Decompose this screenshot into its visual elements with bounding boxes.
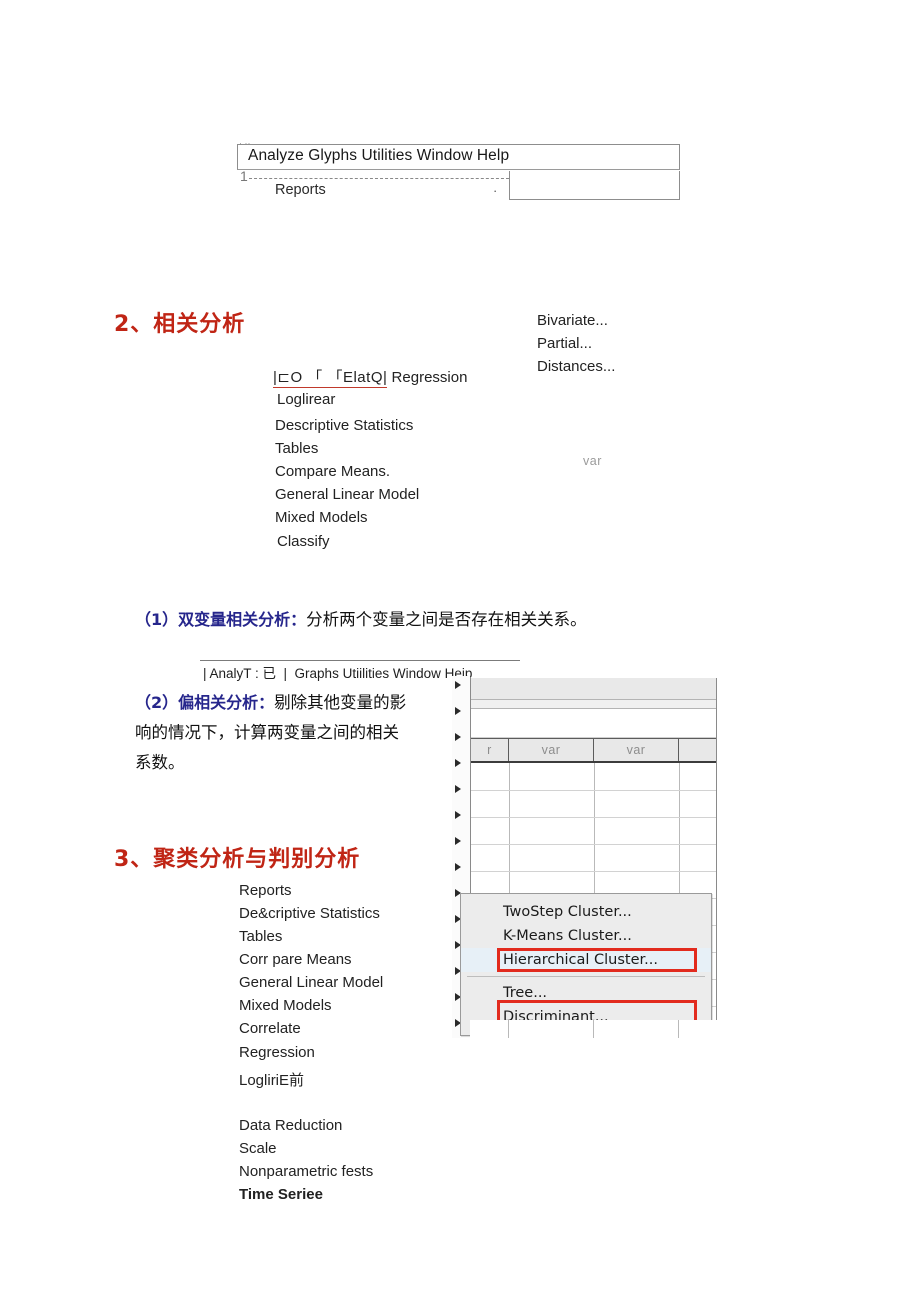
analyze-menu-row-regression[interactable]: |⊏O 「 「ElatQ| Regression [273,366,468,388]
menu-item-mixed-models[interactable]: Mixed Models [239,997,332,1014]
grid-vline [508,1020,509,1038]
paragraph-1-body: 分析两个变量之间是否存在相关关系。 [306,610,587,629]
menu-item-regression-label: Regression [387,369,468,386]
chevron-right-icon [455,837,461,845]
chevron-right-icon [455,733,461,741]
menu-item-data-reduction[interactable]: Data Reduction [239,1117,342,1134]
paragraph-2-line-1: 剔除其他变量的影 [274,693,407,712]
menu-item-loglinear[interactable]: LogliriE前 [239,1069,304,1090]
grid-bottom-strip [470,1020,717,1038]
paragraph-1-marker: （1）双变量相关分析： [135,610,307,629]
chevron-right-icon [455,785,461,793]
popup-item-twostep-cluster[interactable]: TwoStep Cluster... [461,900,711,924]
classify-popup-menu: TwoStep Cluster... K-Means Cluster... Hi… [460,893,712,1036]
grid-hline [471,817,716,818]
menu-item-time-series[interactable]: Time Seriee [239,1186,323,1203]
grid-hline [471,871,716,872]
row-number-label: 1 [240,168,248,184]
top-menu-screenshot: · ·· Analyze Glyphs Utilities Window Hel… [237,138,680,200]
menu-item-classify[interactable]: Classify [277,533,330,550]
column-header-2[interactable]: var [594,739,679,761]
submenu-item-distances[interactable]: Distances... [537,358,615,375]
grid-hline [471,844,716,845]
chevron-right-icon [455,681,461,689]
menu-item-descriptive-statistics[interactable]: De&criptive Statistics [239,905,380,922]
grid-column-header-row: r var var [471,738,716,763]
paragraph-2-line-2: 响的情况下，计算两变量之间的相关 [135,723,399,742]
menubar-label: Analyze Glyphs Utilities Window Help [248,147,510,164]
menu-item-reports[interactable]: Reports [239,882,292,899]
garbled-glyph-run: |⊏O 「 「ElatQ| [273,369,388,388]
document-page: · ·· Analyze Glyphs Utilities Window Hel… [0,0,920,1301]
chevron-right-icon [455,759,461,767]
paragraph-2-line-3: 系数。 [135,753,185,772]
section-3-heading: 3、聚类分析与判别分析 [114,847,361,872]
submenu-dot-icon: · [493,183,498,198]
grid-vline [593,1020,594,1038]
popup-item-hierarchical-cluster[interactable]: Hierarchical Cluster... [461,948,711,972]
submenu-item-partial[interactable]: Partial... [537,335,592,352]
menu-item-mixed-models[interactable]: Mixed Models [275,509,368,526]
menu-item-loglinear[interactable]: Loglirear [277,391,335,408]
spss-menubar-label: | AnalyT : 已 | Graphs Utiilities Window … [203,666,473,681]
popup-separator [467,976,705,977]
column-header-3[interactable] [679,739,716,761]
submenu-item-bivariate[interactable]: Bivariate... [537,312,608,329]
popup-item-kmeans-cluster[interactable]: K-Means Cluster... [461,924,711,948]
menu-item-descriptive-statistics[interactable]: Descriptive Statistics [275,417,413,434]
menu-item-tables[interactable]: Tables [275,440,318,457]
paragraph-2-marker: （2）偏相关分析： [135,693,275,712]
spss-toolbar-strip-upper [471,678,716,700]
grid-vline [678,1020,679,1038]
menu-item-scale[interactable]: Scale [239,1140,277,1157]
column-header-1[interactable]: var [509,739,594,761]
paragraph-bivariate: （1）双变量相关分析：分析两个变量之间是否存在相关关系。 [135,605,587,635]
column-header-0[interactable]: r [471,739,509,761]
chevron-right-icon [455,863,461,871]
menu-item-reports[interactable]: Reports [275,182,326,198]
paragraph-partial: （2）偏相关分析：剔除其他变量的影 响的情况下，计算两变量之间的相关 系数。 [135,688,465,778]
menu-item-compare-means[interactable]: Compare Means. [275,463,390,480]
menu-item-general-linear-model[interactable]: General Linear Model [275,486,419,503]
dashed-divider [249,178,509,179]
menu-item-tables[interactable]: Tables [239,928,282,945]
menu-item-regression[interactable]: Regression [239,1044,315,1061]
chevron-right-icon [455,707,461,715]
grid-hline [471,790,716,791]
spss-cell-editor-bar[interactable] [471,709,716,738]
menu-right-pane [509,171,680,200]
menu-item-general-linear-model[interactable]: General Linear Model [239,974,383,991]
menu-item-compare-means[interactable]: Corr pare Means [239,951,352,968]
spss-menubar-rule [200,660,520,661]
popup-item-tree[interactable]: Tree... [461,981,711,1005]
menu-item-correlate[interactable]: Correlate [239,1020,301,1037]
spss-toolbar-strip-mid [471,700,716,709]
section-2-heading: 2、相关分析 [114,312,246,337]
menu-item-nonparametric-tests[interactable]: Nonparametric fests [239,1163,373,1180]
chevron-right-icon [455,811,461,819]
menu-vertical-divider [509,171,510,200]
ghost-column-header-var: var [583,454,602,468]
